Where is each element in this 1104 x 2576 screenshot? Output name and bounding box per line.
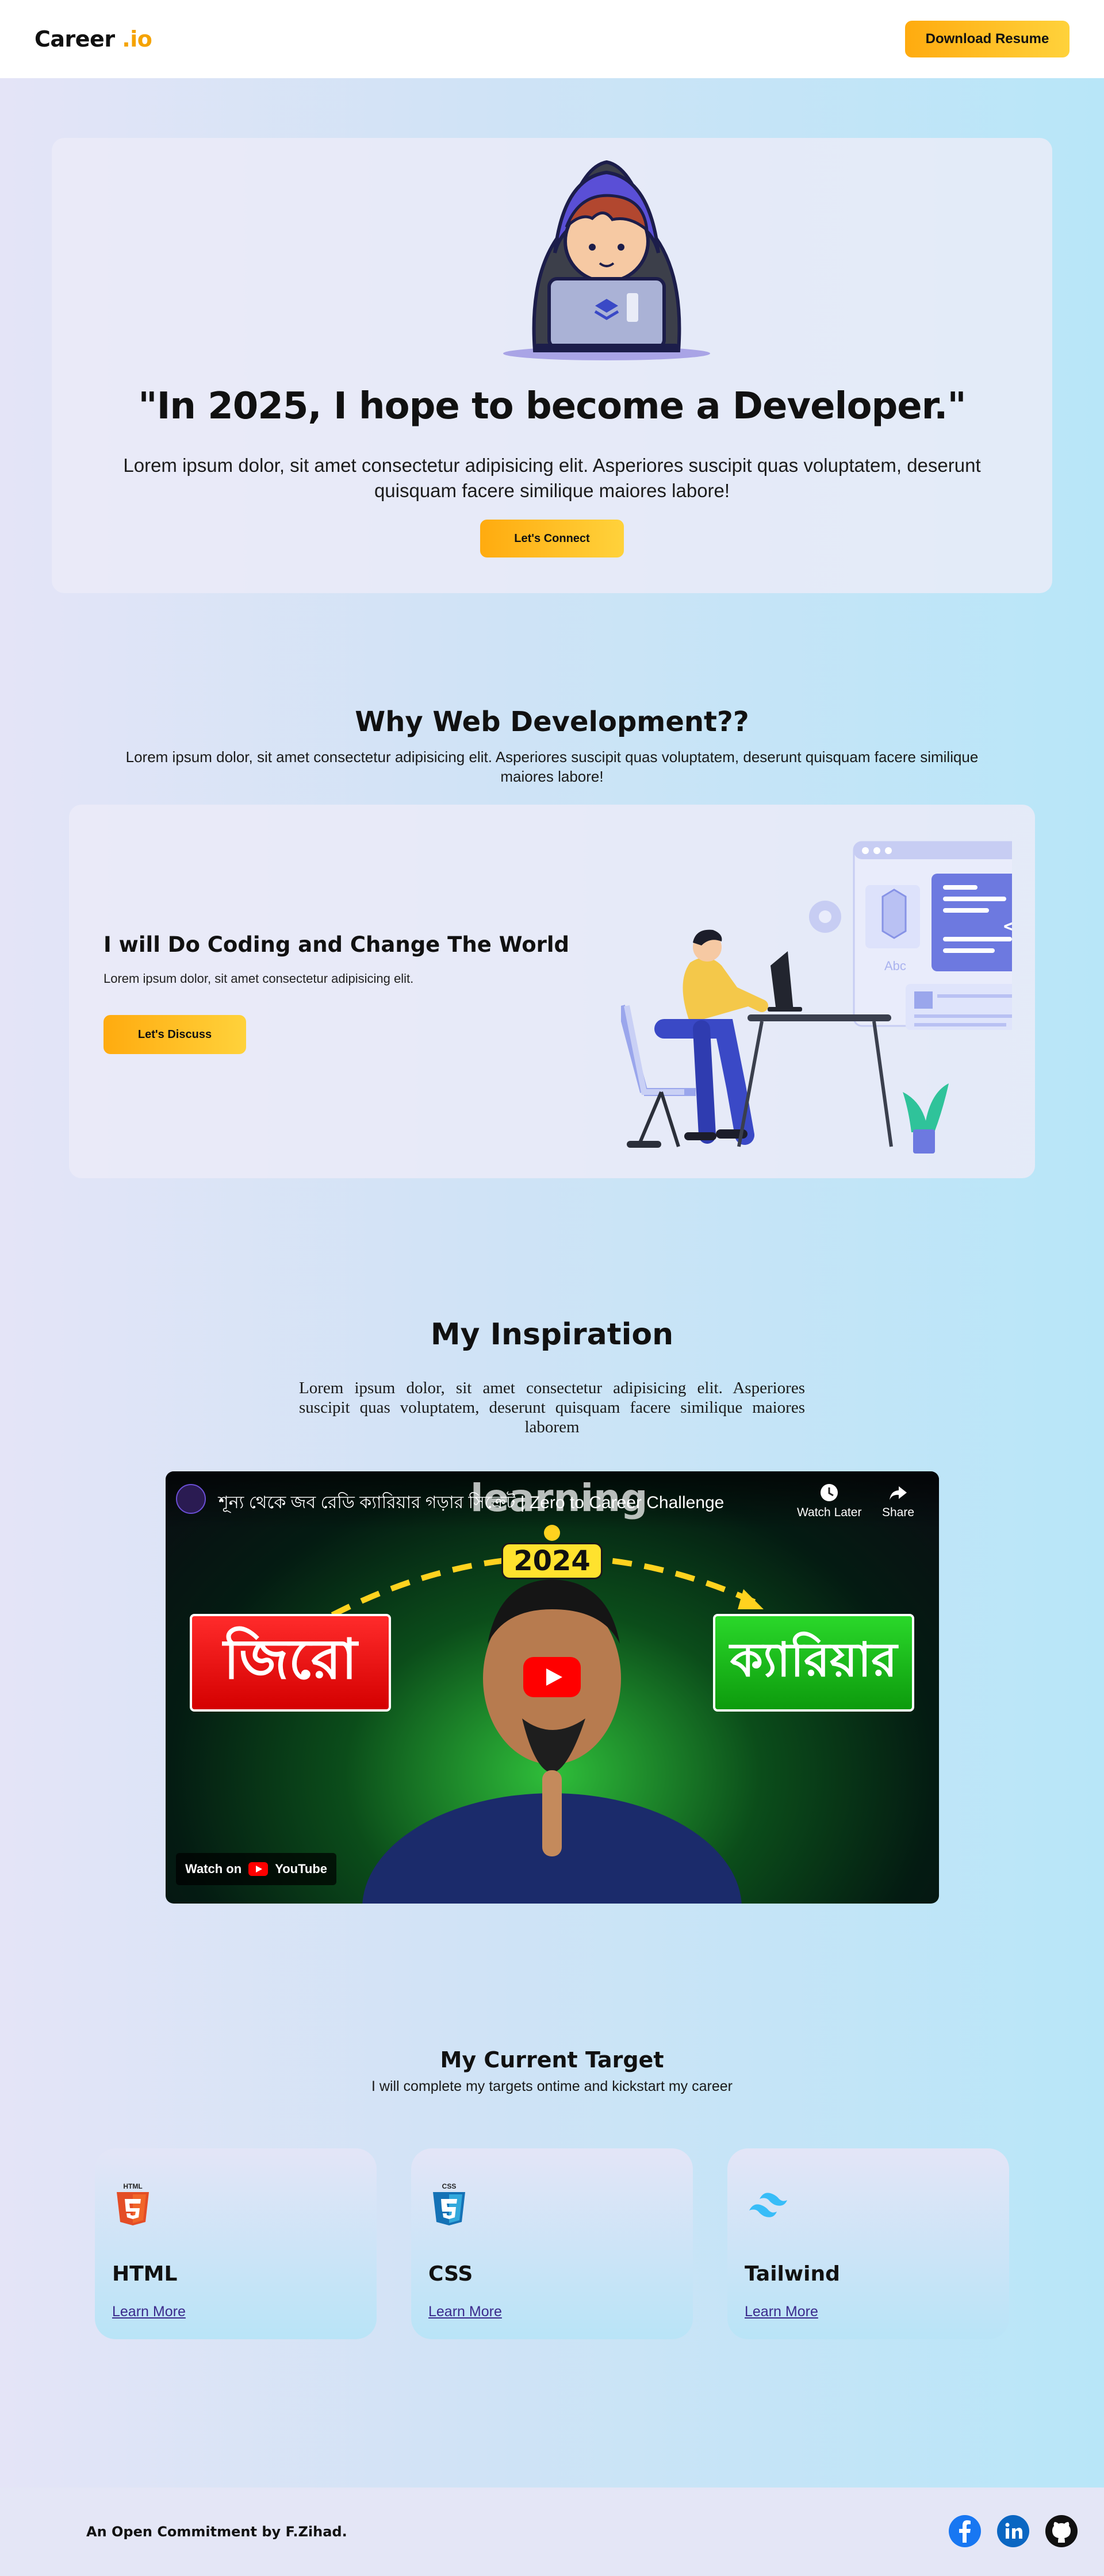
logo-main: Career: [34, 26, 115, 52]
navbar: Career .io Download Resume: [0, 0, 1104, 78]
year-badge: 2024: [501, 1543, 603, 1579]
learn-more-link[interactable]: Learn More: [745, 2304, 818, 2320]
hero-card: "In 2025, I hope to become a Developer."…: [52, 138, 1052, 593]
share-button[interactable]: Share: [882, 1483, 914, 1520]
abc-text: Abc: [884, 959, 906, 973]
target-card-name: CSS: [428, 2262, 473, 2286]
why-title: Why Web Development??: [355, 706, 749, 738]
why-subtitle: Lorem ipsum dolor, sit amet consectetur …: [125, 748, 979, 785]
html5-icon: HTML: [117, 2182, 149, 2225]
channel-avatar[interactable]: [176, 1484, 206, 1514]
watch-later-button[interactable]: Watch Later: [797, 1483, 861, 1520]
hacker-laptop-illustration: [503, 160, 710, 360]
developer-at-desk-illustration: </> Abc: [621, 841, 1012, 1154]
why-card-heading: I will Do Coding and Change The World: [103, 932, 570, 957]
career-banner: ক্যারিয়ার: [713, 1614, 914, 1712]
video-overlay-word: learning: [470, 1476, 648, 1520]
lets-discuss-button[interactable]: Let's Discuss: [103, 1015, 246, 1054]
hero-text: Lorem ipsum dolor, sit amet consectetur …: [123, 455, 981, 501]
learn-more-link[interactable]: Learn More: [428, 2304, 502, 2320]
target-card-name: HTML: [112, 2262, 178, 2286]
youtube-logo-icon: [248, 1862, 269, 1876]
linkedin-icon[interactable]: [996, 2514, 1030, 2548]
footer: An Open Commitment by F.Zihad.: [0, 2487, 1104, 2576]
inspiration-title: My Inspiration: [430, 1317, 674, 1352]
code-tag-text: </>: [1003, 915, 1012, 937]
github-icon[interactable]: [1044, 2514, 1079, 2548]
target-card-name: Tailwind: [745, 2262, 840, 2286]
learn-more-link[interactable]: Learn More: [112, 2304, 186, 2320]
css3-icon: CSS: [433, 2182, 465, 2225]
watch-on-youtube-button[interactable]: Watch on YouTube: [176, 1853, 337, 1885]
logo[interactable]: Career .io: [34, 26, 152, 52]
svg-text:CSS: CSS: [442, 2182, 457, 2190]
why-card-text: Lorem ipsum dolor, sit amet consectetur …: [103, 971, 414, 986]
zero-banner: জিরো: [190, 1614, 391, 1712]
target-title: My Current Target: [440, 2047, 664, 2073]
play-button[interactable]: [523, 1657, 581, 1697]
hero-title: "In 2025, I hope to become a Developer.": [138, 385, 967, 428]
svg-text:HTML: HTML: [123, 2182, 142, 2190]
tailwind-icon: [749, 2193, 787, 2217]
target-subtitle: I will complete my targets ontime and ki…: [371, 2078, 733, 2094]
share-icon: [890, 1486, 907, 1500]
inspiration-text: Lorem ipsum dolor, sit amet consectetur …: [299, 1379, 805, 1436]
youtube-video-embed[interactable]: শূন্য থেকে জব রেডি ক্যারিয়ার গড়ার সিক্…: [166, 1471, 939, 1904]
lets-connect-button[interactable]: Let's Connect: [480, 520, 624, 558]
target-card-css: CSS CSS Learn More: [411, 2148, 693, 2339]
clock-icon: [821, 1484, 838, 1501]
logo-accent: .io: [122, 26, 152, 52]
watch-later-label: Watch Later: [797, 1506, 862, 1519]
download-resume-button[interactable]: Download Resume: [905, 21, 1070, 57]
youtube-label: YouTube: [275, 1862, 328, 1876]
watch-on-label: Watch on: [185, 1862, 242, 1876]
share-label: Share: [882, 1506, 915, 1519]
target-card-tailwind: Tailwind Learn More: [727, 2148, 1009, 2339]
facebook-icon[interactable]: [948, 2514, 982, 2548]
footer-text: An Open Commitment by F.Zihad.: [86, 2524, 347, 2540]
target-card-html: HTML HTML Learn More: [95, 2148, 377, 2339]
why-card: I will Do Coding and Change The World Lo…: [69, 805, 1035, 1178]
